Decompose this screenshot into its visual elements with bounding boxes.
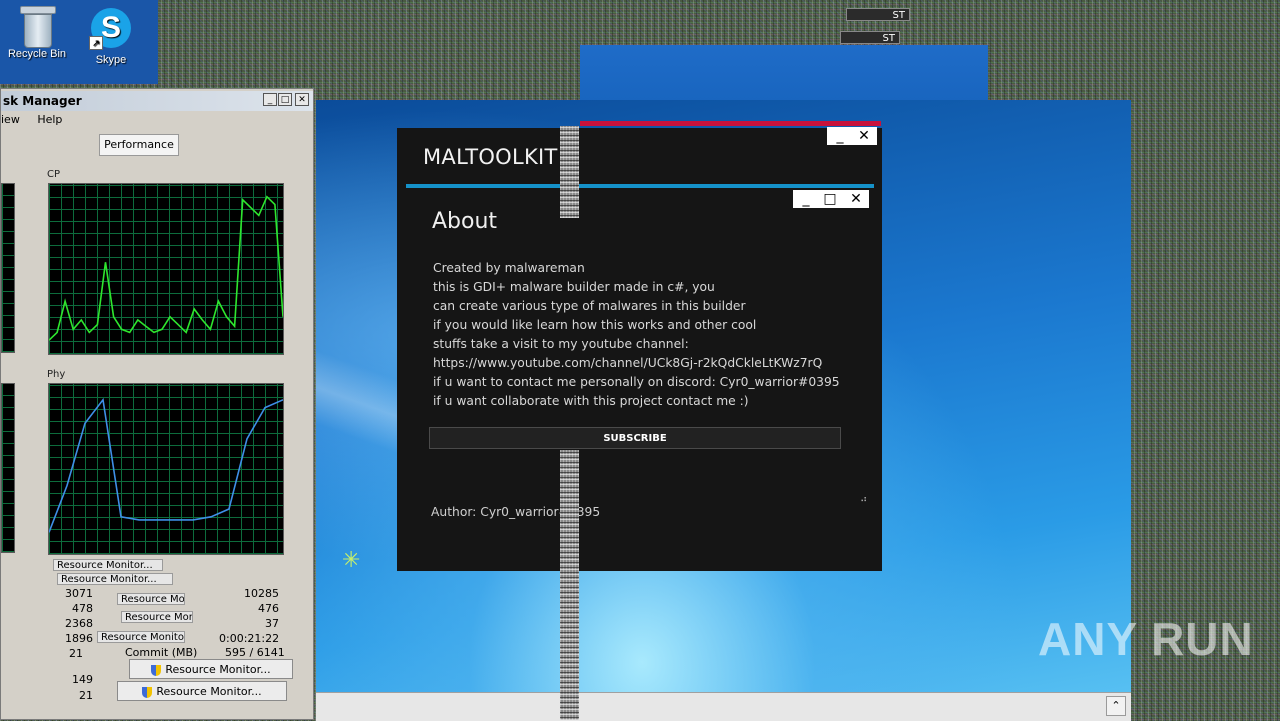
window-accent-stripe — [580, 121, 881, 126]
ghost-resource-monitor-row: Resource Monitor... — [97, 631, 185, 643]
about-maximize-button[interactable]: □ — [817, 190, 843, 208]
skype-icon: S ↗ — [89, 8, 131, 50]
resize-grip-icon[interactable]: ⠴ — [860, 494, 867, 505]
physical-memory-label: Phy — [47, 369, 66, 380]
about-text-line: this is GDI+ malware builder made in c#,… — [433, 280, 715, 294]
stat-value: 2368 — [65, 617, 93, 630]
ghost-resource-monitor-row: Resource Monitor... — [53, 559, 163, 571]
app-title: MALTOOLKIT — [423, 145, 558, 169]
close-button[interactable]: ✕ — [295, 93, 309, 106]
desktop-icon-recycle-bin[interactable]: Recycle Bin — [2, 0, 72, 60]
tray-show-hidden-icon[interactable]: ⌃ — [1106, 696, 1126, 716]
about-text-line: can create various type of malwares in t… — [433, 299, 746, 313]
render-glitch-strip — [560, 126, 579, 218]
wallpaper-leaf-icon: ✳ — [342, 548, 361, 573]
button-label: Resource Monitor... — [165, 663, 271, 676]
ghost-resource-monitor-row: Resource Monitor... — [57, 573, 173, 585]
taskbar — [316, 692, 1131, 721]
desktop-tag: ST — [840, 31, 900, 44]
desktop-icon-label: Recycle Bin — [7, 48, 67, 60]
button-label: Resource Monitor... — [156, 685, 262, 698]
menu-item-view[interactable]: iew — [1, 113, 20, 126]
cpu-history-chart — [48, 195, 284, 341]
stat-value: 476 — [258, 602, 279, 615]
recycle-bin-icon — [20, 6, 56, 48]
stat-value: 3071 — [65, 587, 93, 600]
maximize-button[interactable]: □ — [278, 93, 292, 106]
title-accent-bar — [406, 184, 874, 188]
commit-label: Commit (MB) — [125, 646, 198, 659]
stat-value: 10285 — [244, 587, 279, 600]
ghost-resource-monitor-row: Resource Monitor... — [117, 593, 185, 605]
commit-value: 595 / 6141 — [225, 646, 285, 659]
stat-value: 478 — [72, 602, 93, 615]
resource-monitor-button[interactable]: Resource Monitor... — [117, 681, 287, 701]
minimize-button[interactable]: _ — [827, 127, 853, 145]
about-minimize-button[interactable]: _ — [793, 190, 819, 208]
close-button[interactable]: ✕ — [851, 127, 877, 145]
menu-bar: iew Help — [1, 111, 313, 129]
task-manager-window: sk Manager _ □ ✕ iew Help Performance CP… — [0, 88, 314, 720]
about-text-line: if u want collaborate with this project … — [433, 394, 749, 408]
ghost-resource-monitor-row: Resource Monitor... — [121, 611, 193, 623]
stat-value: 37 — [265, 617, 279, 630]
about-text-line: if you would like learn how this works a… — [433, 318, 757, 332]
cpu-history-line — [48, 195, 284, 341]
about-close-button[interactable]: ✕ — [843, 190, 869, 208]
render-glitch-strip — [560, 450, 579, 720]
desktop-icon-skype[interactable]: S ↗ Skype — [76, 0, 146, 66]
subscribe-button[interactable]: SUBSCRIBE — [429, 427, 841, 449]
stat-value: 149 — [72, 673, 93, 686]
memory-history-graph — [48, 383, 284, 555]
cpu-usage-gauge — [1, 183, 15, 353]
desktop-tag: ST — [846, 8, 910, 21]
anyrun-watermark: ANY RUN — [1038, 613, 1254, 665]
uac-shield-icon — [142, 686, 153, 698]
memory-history-chart — [48, 397, 284, 533]
about-text-line: stuffs take a visit to my youtube channe… — [433, 337, 689, 351]
about-text-line: Created by malwareman — [433, 261, 585, 275]
cpu-history-graph — [48, 183, 284, 355]
desktop-icon-label: Skype — [95, 54, 127, 66]
about-heading: About — [432, 209, 498, 234]
minimize-button[interactable]: _ — [263, 93, 277, 106]
stat-value: 1896 — [65, 632, 93, 645]
uac-shield-icon — [151, 664, 162, 676]
stat-value: 21 — [79, 689, 93, 702]
cpu-usage-label: CP — [47, 169, 61, 180]
menu-item-help[interactable]: Help — [37, 113, 62, 126]
tab-performance[interactable]: Performance — [99, 134, 179, 156]
resource-monitor-button[interactable]: Resource Monitor... — [129, 659, 293, 679]
shortcut-arrow-icon: ↗ — [89, 36, 103, 50]
memory-history-line — [48, 397, 284, 533]
stat-value: 21 — [69, 647, 83, 660]
uptime-value: 0:00:21:22 — [219, 632, 280, 645]
memory-usage-gauge — [1, 383, 15, 553]
youtube-link[interactable]: https://www.youtube.com/channel/UCk8Gj-r… — [433, 354, 822, 373]
about-text-line: if u want to contact me personally on di… — [433, 375, 840, 389]
